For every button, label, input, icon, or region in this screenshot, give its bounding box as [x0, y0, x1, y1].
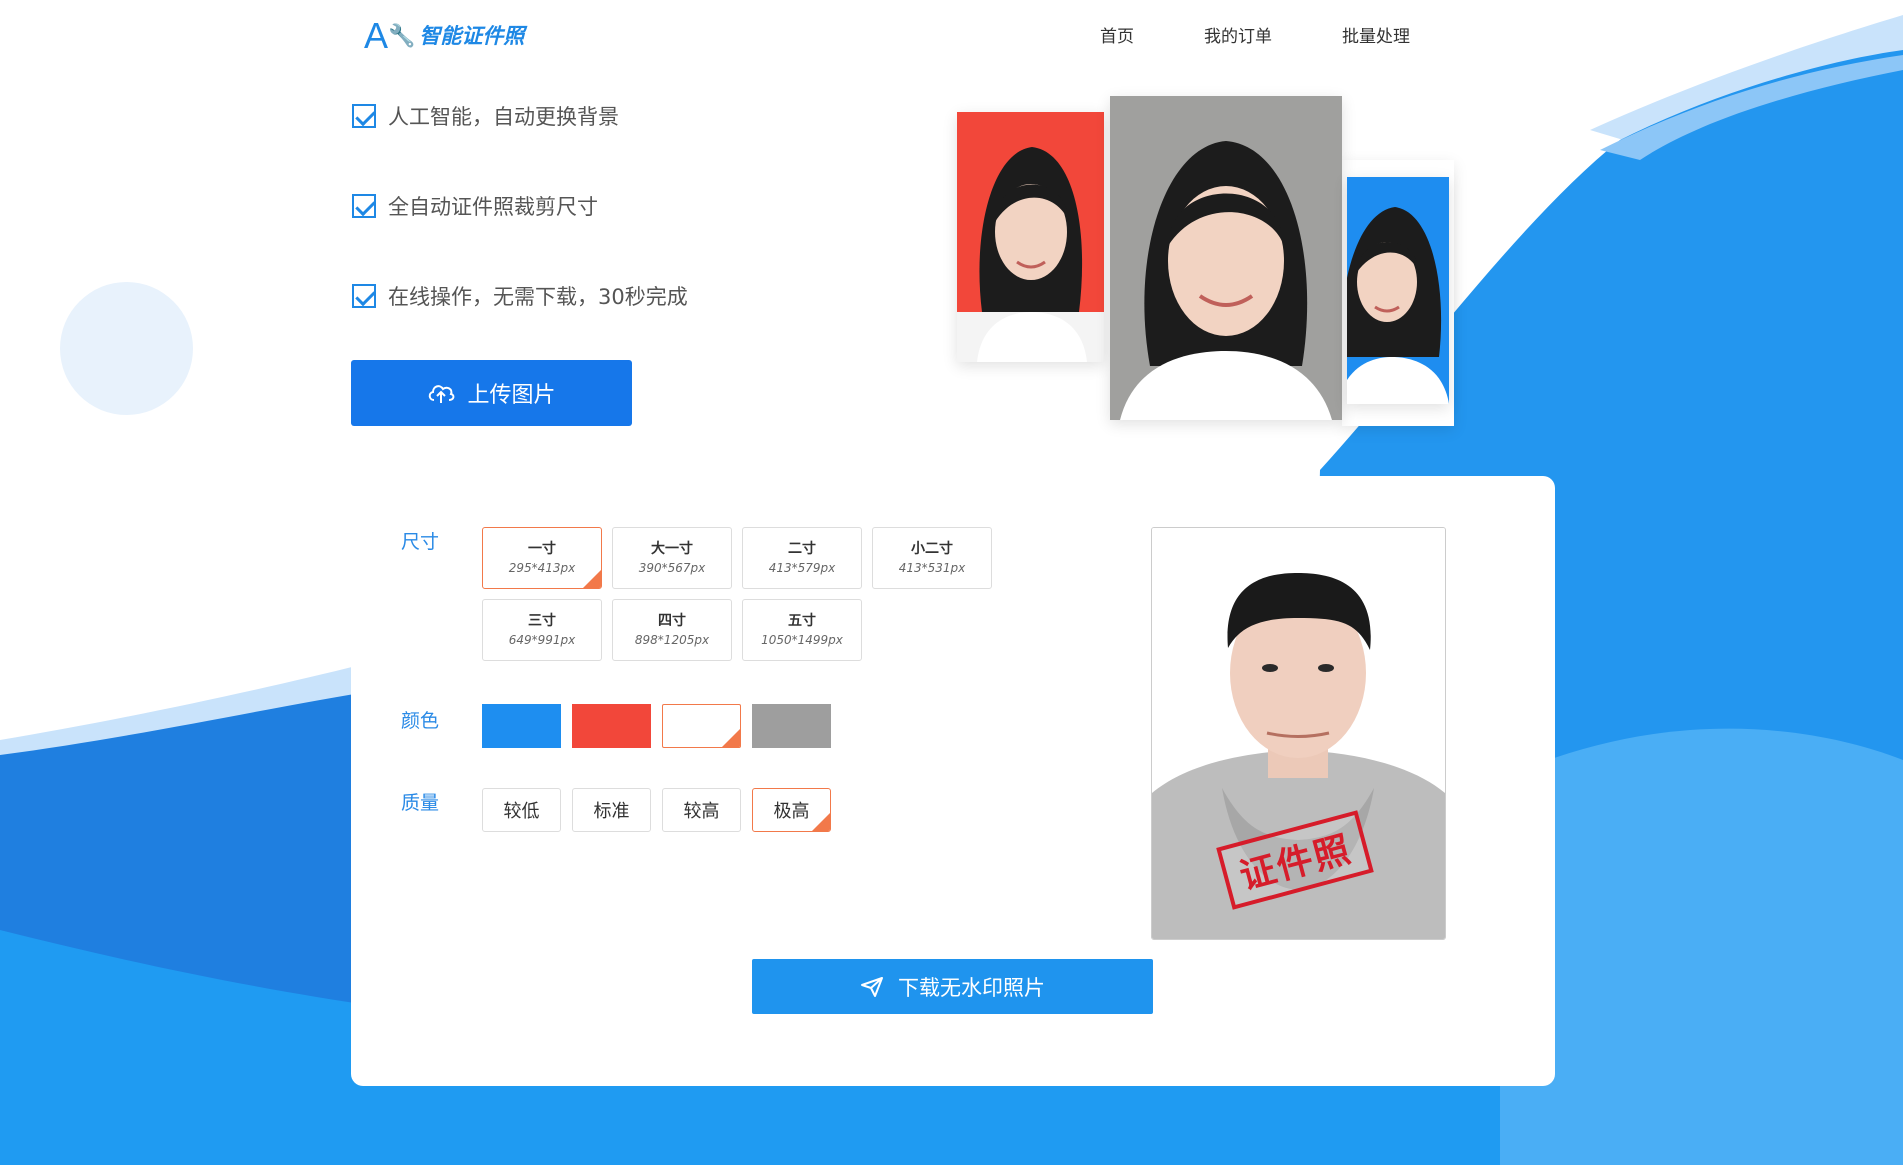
sample-photo-gray: [1110, 96, 1342, 420]
feature-item: 在线操作，无需下载，30秒完成: [352, 276, 688, 316]
upload-label: 上传图片: [467, 383, 556, 408]
size-option-2cun[interactable]: 二寸 413*579px: [742, 527, 862, 589]
cloud-upload-icon: [429, 385, 455, 403]
download-no-watermark-button[interactable]: 下载无水印照片: [752, 959, 1153, 1014]
checkbox-icon: [352, 104, 376, 128]
color-label: 颜色: [401, 710, 440, 732]
selected-corner-icon: [583, 570, 601, 588]
size-px: 390*567px: [638, 561, 706, 575]
size-px: 413*531px: [898, 561, 966, 575]
quality-option-standard[interactable]: 标准: [572, 788, 651, 832]
color-swatch-red[interactable]: [572, 704, 651, 748]
quality-text: 极高: [773, 801, 810, 822]
sample-photo-blue: [1347, 177, 1449, 404]
feature-text: 全自动证件照裁剪尺寸: [388, 195, 598, 219]
quality-text: 较低: [503, 801, 540, 822]
editor-card: 尺寸 一寸 295*413px 大一寸 390*567px 二寸 413*579…: [351, 476, 1555, 1086]
logo[interactable]: A🔧 智能证件照: [364, 16, 524, 56]
quality-text: 较高: [683, 801, 720, 822]
selected-corner-icon: [812, 813, 830, 831]
size-px: 413*579px: [768, 561, 836, 575]
size-option-4cun[interactable]: 四寸 898*1205px: [612, 599, 732, 661]
size-name: 四寸: [658, 613, 686, 629]
feature-text: 在线操作，无需下载，30秒完成: [388, 285, 688, 309]
nav-orders[interactable]: 我的订单: [1204, 22, 1272, 47]
size-label: 尺寸: [401, 531, 440, 553]
size-name: 一寸: [528, 541, 556, 557]
checkbox-icon: [352, 284, 376, 308]
feature-item: 人工智能，自动更换背景: [352, 96, 688, 136]
color-swatch-blue[interactable]: [482, 704, 561, 748]
logo-text: 智能证件照: [419, 24, 525, 48]
size-name: 二寸: [788, 541, 816, 557]
download-label: 下载无水印照片: [898, 975, 1045, 1000]
selected-corner-icon: [722, 729, 740, 747]
color-swatch-gray[interactable]: [752, 704, 831, 748]
size-name: 大一寸: [651, 541, 693, 557]
size-name: 五寸: [788, 613, 816, 629]
feature-item: 全自动证件照裁剪尺寸: [352, 186, 688, 226]
color-swatch-white[interactable]: [662, 704, 741, 748]
send-icon: [861, 976, 883, 997]
quality-label: 质量: [401, 792, 440, 814]
nav-batch[interactable]: 批量处理: [1342, 22, 1410, 47]
size-option-3cun[interactable]: 三寸 649*991px: [482, 599, 602, 661]
quality-option-high[interactable]: 较高: [662, 788, 741, 832]
size-option-1cun[interactable]: 一寸 295*413px: [482, 527, 602, 589]
quality-text: 标准: [593, 801, 630, 822]
decorative-circle: [60, 282, 193, 415]
feature-text: 人工智能，自动更换背景: [388, 105, 619, 129]
wrench-icon: 🔧: [388, 23, 415, 48]
feature-list: 人工智能，自动更换背景 全自动证件照裁剪尺寸 在线操作，无需下载，30秒完成: [352, 96, 688, 366]
photo-preview: 证件照: [1151, 527, 1446, 940]
checkbox-icon: [352, 194, 376, 218]
upload-image-button[interactable]: 上传图片: [351, 360, 632, 426]
quality-option-low[interactable]: 较低: [482, 788, 561, 832]
logo-ai-mark: A🔧: [364, 15, 415, 56]
size-option-5cun[interactable]: 五寸 1050*1499px: [742, 599, 862, 661]
size-px: 898*1205px: [634, 633, 710, 647]
size-px: 649*991px: [508, 633, 576, 647]
size-option-da1cun[interactable]: 大一寸 390*567px: [612, 527, 732, 589]
size-option-xiao2cun[interactable]: 小二寸 413*531px: [872, 527, 992, 589]
size-name: 小二寸: [911, 541, 953, 557]
quality-option-ultra[interactable]: 极高: [752, 788, 831, 832]
sample-photo-red: [957, 112, 1104, 362]
top-nav: 首页 我的订单 批量处理: [1100, 22, 1480, 47]
nav-home[interactable]: 首页: [1100, 22, 1134, 47]
size-name: 三寸: [528, 613, 556, 629]
size-px: 1050*1499px: [761, 633, 843, 647]
